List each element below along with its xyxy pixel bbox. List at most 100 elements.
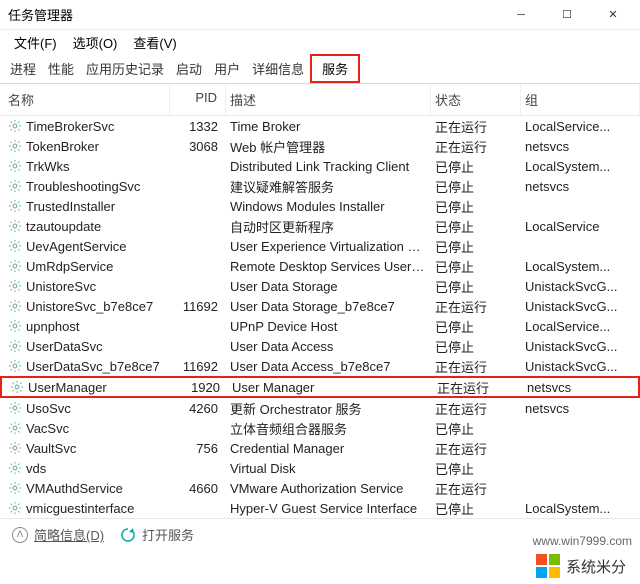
table-row[interactable]: TrkWksDistributed Link Tracking Client已停… [0,156,640,176]
close-button[interactable]: ✕ [590,0,636,30]
service-group: LocalSystem... [521,259,640,274]
gear-icon [8,119,22,133]
tab-startup[interactable]: 启动 [170,54,208,83]
service-desc: Virtual Disk [226,461,431,476]
service-pid: 3068 [170,139,226,154]
table-row[interactable]: UserDataSvcUser Data Access已停止UnistackSv… [0,336,640,356]
service-status: 正在运行 [431,399,521,418]
tab-processes[interactable]: 进程 [4,54,42,83]
table-row[interactable]: vmicguestinterfaceHyper-V Guest Service … [0,498,640,518]
table-row[interactable]: TokenBroker3068Web 帐户管理器正在运行netsvcs [0,136,640,156]
service-pid: 11692 [170,299,226,314]
service-name: UmRdpService [26,259,113,274]
service-name: UserDataSvc_b7e8ce7 [26,359,160,374]
service-status: 已停止 [431,237,521,256]
menu-file[interactable]: 文件(F) [6,31,65,54]
service-status: 正在运行 [431,297,521,316]
gear-icon [8,159,22,173]
service-status: 已停止 [431,499,521,518]
table-row[interactable]: TimeBrokerSvc1332Time Broker正在运行LocalSer… [0,116,640,136]
service-name: UnistoreSvc [26,279,96,294]
service-desc: Remote Desktop Services UserM... [226,259,431,274]
service-status: 已停止 [431,317,521,336]
table-row[interactable]: TrustedInstallerWindows Modules Installe… [0,196,640,216]
service-pid: 11692 [170,359,226,374]
table-row[interactable]: UsoSvc4260更新 Orchestrator 服务正在运行netsvcs [0,398,640,418]
service-name: vds [26,461,46,476]
service-status: 正在运行 [431,439,521,458]
column-desc[interactable]: 描述 [226,84,431,115]
maximize-button[interactable]: ☐ [544,0,590,30]
gear-icon [10,380,24,394]
service-desc: 更新 Orchestrator 服务 [226,399,431,418]
table-row[interactable]: upnphostUPnP Device Host已停止LocalService.… [0,316,640,336]
service-group: LocalService [521,219,640,234]
service-status: 已停止 [431,197,521,216]
menu-options[interactable]: 选项(O) [65,31,126,54]
gear-icon [8,319,22,333]
service-status: 已停止 [431,419,521,438]
gear-icon [8,199,22,213]
service-status: 正在运行 [431,357,521,376]
minimize-button[interactable]: ─ [498,0,544,30]
service-desc: User Data Storage_b7e8ce7 [226,299,431,314]
service-group: UnistackSvcG... [521,279,640,294]
table-row[interactable]: VMAuthdService4660VMware Authorization S… [0,478,640,498]
tab-details[interactable]: 详细信息 [246,54,310,83]
service-name: UserManager [28,380,107,395]
service-pid: 1920 [172,380,228,395]
table-row[interactable]: UnistoreSvc_b7e8ce711692User Data Storag… [0,296,640,316]
table-row[interactable]: UserDataSvc_b7e8ce711692User Data Access… [0,356,640,376]
tab-app-history[interactable]: 应用历史记录 [80,54,170,83]
menubar: 文件(F) 选项(O) 查看(V) [0,30,640,54]
column-group[interactable]: 组 [521,84,640,115]
service-group: netsvcs [521,179,640,194]
tab-services[interactable]: 服务 [310,54,360,83]
service-desc: VMware Authorization Service [226,481,431,496]
table-row[interactable]: TroubleshootingSvc建议疑难解答服务已停止netsvcs [0,176,640,196]
gear-icon [8,401,22,415]
titlebar[interactable]: 任务管理器 ─ ☐ ✕ [0,0,640,30]
table-row[interactable]: UserManager1920User Manager正在运行netsvcs [0,376,640,398]
service-status: 已停止 [431,157,521,176]
service-desc: 自动时区更新程序 [226,217,431,236]
tab-performance[interactable]: 性能 [42,54,80,83]
service-group: netsvcs [521,401,640,416]
gear-icon [8,481,22,495]
gear-icon [8,501,22,515]
table-row[interactable]: UnistoreSvcUser Data Storage已停止UnistackS… [0,276,640,296]
watermark-text: 系统米分 [566,556,626,577]
table-row[interactable]: vdsVirtual Disk已停止 [0,458,640,478]
service-name: TrustedInstaller [26,199,115,214]
service-pid: 4660 [170,481,226,496]
service-group: UnistackSvcG... [521,339,640,354]
table-row[interactable]: VaultSvc756Credential Manager正在运行 [0,438,640,458]
column-status[interactable]: 状态 [431,84,521,115]
service-desc: User Experience Virtualization Se... [226,239,431,254]
tab-users[interactable]: 用户 [208,54,246,83]
service-group: LocalSystem... [521,501,640,516]
gear-icon [8,219,22,233]
service-status: 已停止 [431,337,521,356]
fewer-details-button[interactable]: ᐱ 简略信息(D) [12,525,104,544]
gear-icon [8,359,22,373]
service-pid: 4260 [170,401,226,416]
service-status: 已停止 [431,217,521,236]
chevron-up-icon: ᐱ [12,527,28,543]
table-row[interactable]: UmRdpService Remote Desktop Services User… [0,256,640,276]
table-row[interactable]: VacSvc立体音频组合器服务已停止 [0,418,640,438]
table-row[interactable]: UevAgentServiceUser Experience Virtualiz… [0,236,640,256]
table-row[interactable]: tzautoupdate自动时区更新程序已停止LocalService [0,216,640,236]
gear-icon [8,461,22,475]
service-status: 已停止 [431,177,521,196]
service-name: upnphost [26,319,80,334]
services-icon [120,527,136,543]
service-group: LocalService... [521,319,640,334]
service-pid: 756 [170,441,226,456]
gear-icon [8,339,22,353]
column-name[interactable]: 名称 [0,84,170,115]
open-services-button[interactable]: 打开服务 [120,525,194,544]
menu-view[interactable]: 查看(V) [125,31,184,54]
gear-icon [8,239,22,253]
column-pid[interactable]: PID [170,84,226,115]
